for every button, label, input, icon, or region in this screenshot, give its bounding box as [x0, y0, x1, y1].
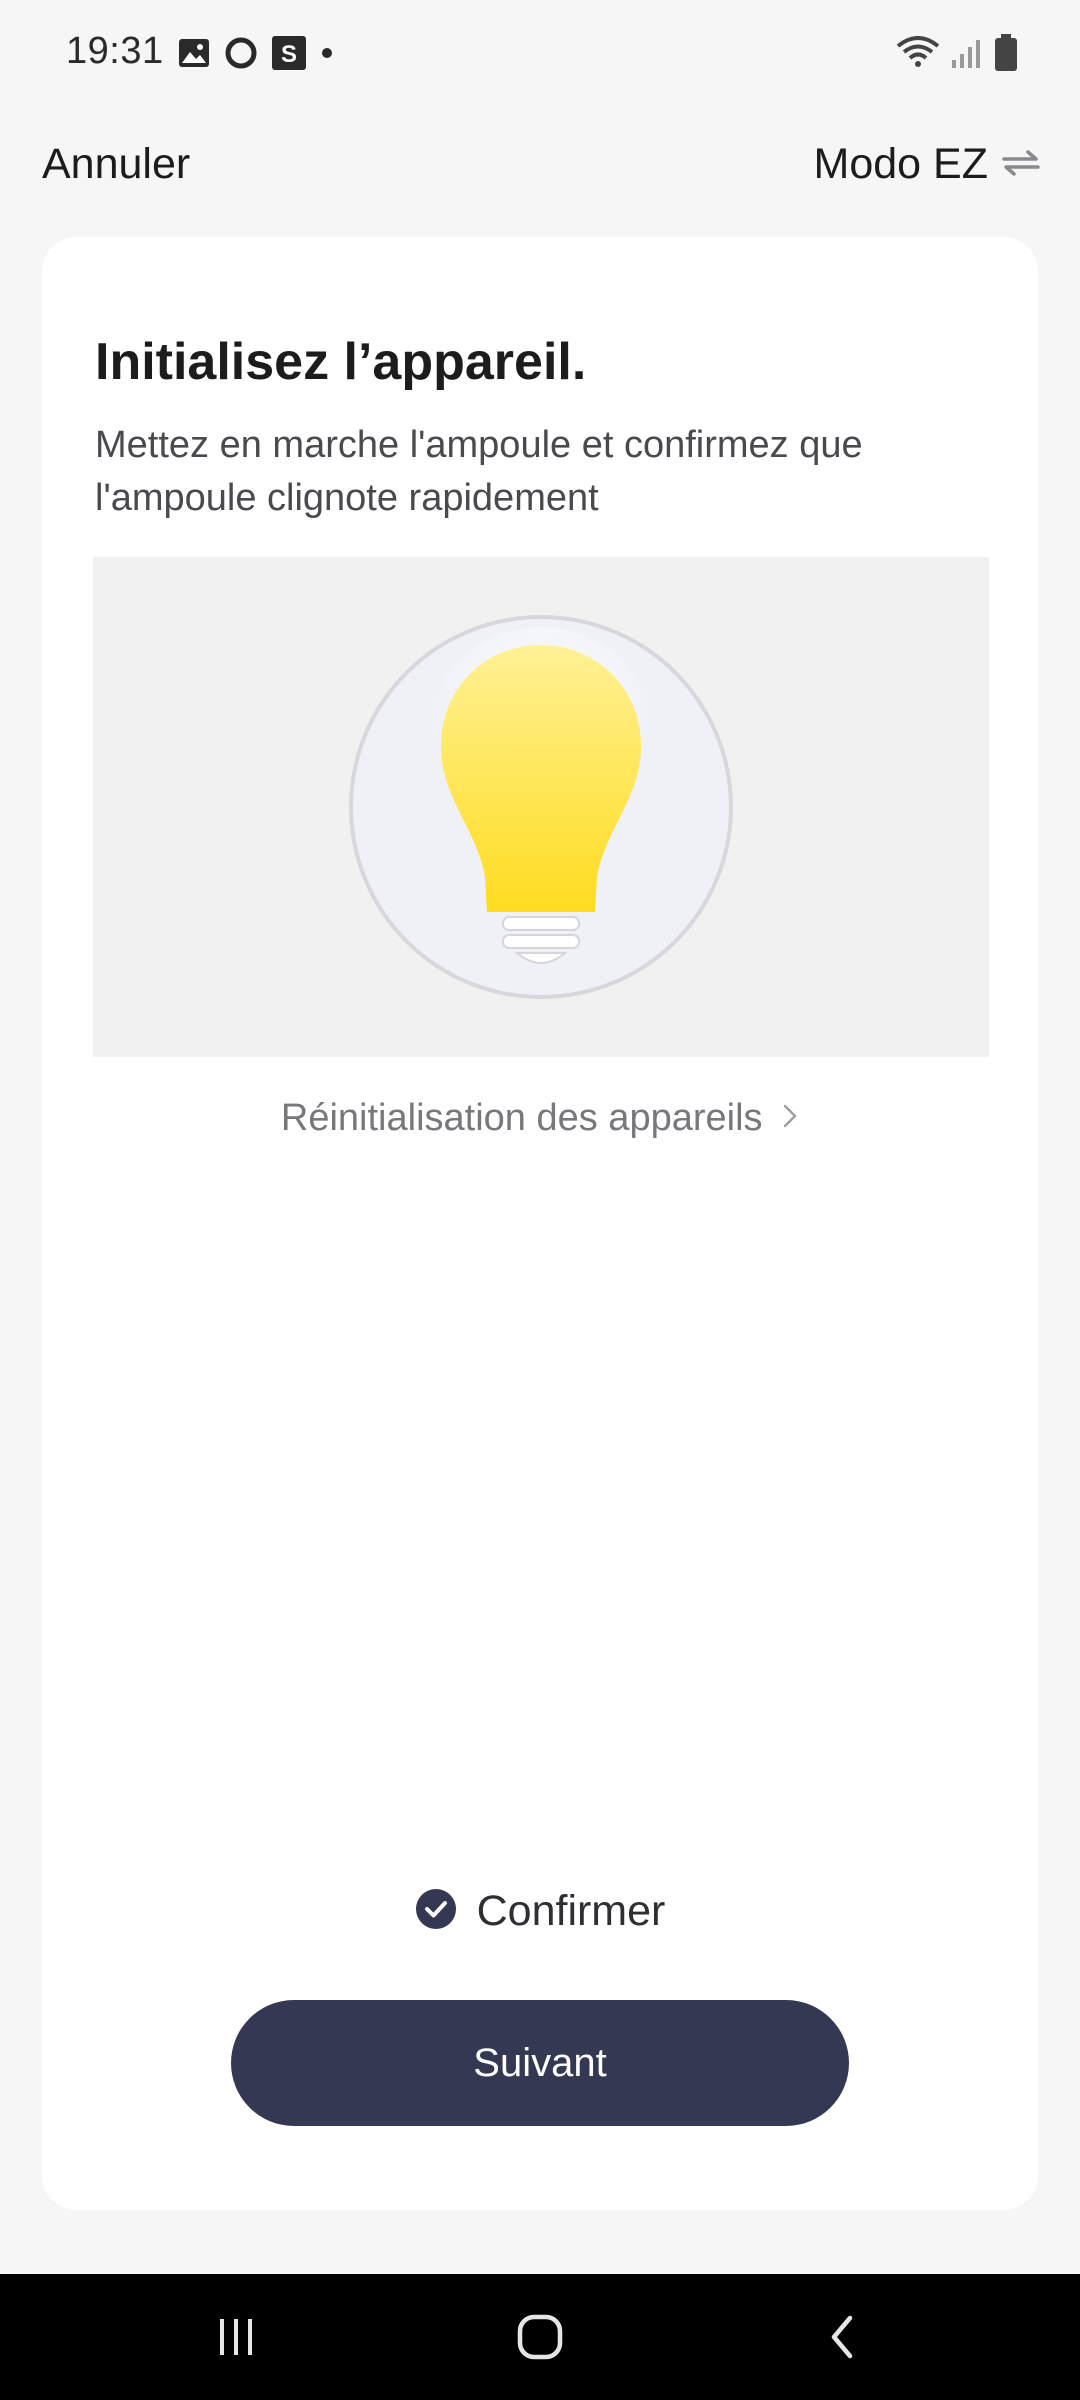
swap-arrows-icon — [1002, 140, 1040, 189]
reset-link-label: Réinitialisation des appareils — [280, 1097, 763, 1139]
next-button[interactable]: Suivant — [231, 2000, 849, 2126]
wifi-icon — [896, 36, 940, 75]
page-title: Initialisez l’appareil. — [95, 333, 587, 391]
confirm-label: Confirmer — [476, 1887, 666, 1935]
confirm-checkbox[interactable]: Confirmer — [42, 1887, 1038, 1936]
device-reset-link[interactable]: Réinitialisation des appareils — [42, 1097, 1038, 1141]
system-navigation-bar — [0, 2274, 1080, 2400]
status-bar: 19:31 S — [0, 0, 1080, 110]
setup-card: Initialisez l’appareil. Mettez en marche… — [42, 237, 1038, 2210]
svg-text:S: S — [281, 41, 297, 68]
battery-icon — [994, 34, 1018, 77]
cancel-button[interactable]: Annuler — [42, 140, 190, 189]
back-icon[interactable] — [762, 2274, 922, 2400]
s-app-icon: S — [272, 36, 306, 75]
mode-switch-button[interactable]: Modo EZ — [814, 140, 1040, 189]
circle-app-icon — [224, 36, 258, 75]
gallery-icon — [178, 38, 210, 73]
home-icon[interactable] — [460, 2274, 620, 2400]
checkmark-icon — [415, 1888, 457, 1935]
recent-apps-icon[interactable] — [156, 2274, 316, 2400]
status-notification-icons: S — [178, 36, 334, 75]
status-time: 19:31 — [66, 30, 164, 72]
mode-label: Modo EZ — [813, 140, 988, 188]
top-nav-bar: Annuler Modo EZ — [0, 110, 1080, 225]
signal-icon — [950, 36, 984, 75]
status-system-icons — [896, 34, 1018, 77]
instruction-text: Mettez en marche l'ampoule et confirmez … — [95, 424, 863, 519]
light-bulb-icon — [349, 615, 733, 999]
dot-icon — [320, 46, 334, 65]
chevron-right-icon — [781, 1098, 799, 1141]
bulb-illustration — [93, 557, 989, 1057]
